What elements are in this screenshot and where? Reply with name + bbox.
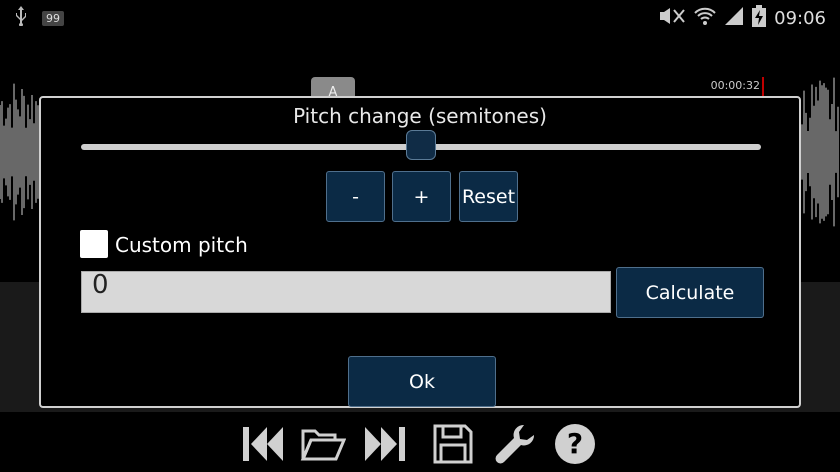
svg-text:?: ? <box>567 427 583 460</box>
skip-forward-button[interactable] <box>362 422 408 466</box>
skip-back-button[interactable] <box>240 422 286 466</box>
custom-pitch-checkbox[interactable] <box>80 230 108 258</box>
save-button[interactable] <box>430 422 476 466</box>
help-button[interactable]: ? <box>552 422 598 466</box>
folder-open-icon <box>300 429 346 461</box>
pitch-value-input[interactable]: 0 <box>81 271 611 313</box>
wifi-icon <box>694 6 716 30</box>
reset-button[interactable]: Reset <box>459 171 518 222</box>
custom-pitch-label: Custom pitch <box>115 233 248 257</box>
help-icon: ? <box>555 424 595 464</box>
playhead-time-label: 00:00:32 <box>710 79 760 92</box>
battery-charging-icon <box>752 5 767 31</box>
status-left: 99 <box>14 6 64 30</box>
pitch-change-dialog: Pitch change (semitones) - + Reset Custo… <box>39 96 801 408</box>
bottom-toolbar: ? <box>0 412 840 472</box>
skip-forward-icon <box>365 427 405 461</box>
mute-icon <box>658 6 686 30</box>
skip-back-icon <box>243 427 283 461</box>
notification-badge: 99 <box>42 10 64 26</box>
usb-icon <box>14 6 28 30</box>
status-clock: 09:06 <box>774 7 826 29</box>
calculate-button[interactable]: Calculate <box>616 267 764 318</box>
pitch-slider-thumb[interactable] <box>406 130 436 160</box>
status-right: 09:06 <box>658 5 826 31</box>
decrease-pitch-button[interactable]: - <box>326 171 385 222</box>
dialog-title: Pitch change (semitones) <box>293 104 547 128</box>
wrench-icon <box>495 424 535 464</box>
ok-button[interactable]: Ok <box>348 356 496 407</box>
open-file-button[interactable] <box>300 422 346 466</box>
save-icon <box>433 424 473 464</box>
status-bar: 99 09:06 <box>0 0 840 32</box>
signal-icon <box>724 6 744 30</box>
increase-pitch-button[interactable]: + <box>392 171 451 222</box>
settings-button[interactable] <box>492 422 538 466</box>
